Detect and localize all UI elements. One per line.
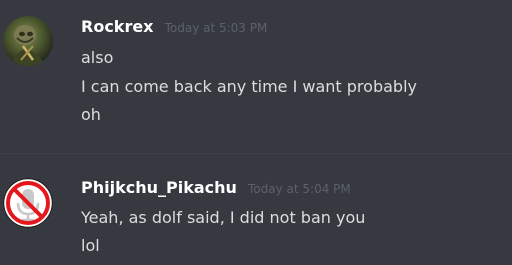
message-text: lol [81,236,100,255]
username[interactable]: Phijkchu_Pikachu [81,178,237,197]
message-header: Phijkchu_Pikachu Today at 5:04 PM [81,178,351,197]
no-microphone-icon [3,178,53,228]
message-text: Yeah, as dolf said, I did not ban you [81,208,366,227]
timestamp: Today at 5:04 PM [248,182,351,196]
avatar[interactable] [3,178,53,228]
message-group-phijkchu: Phijkchu_Pikachu Today at 5:04 PM Yeah, … [0,0,512,255]
message-divider [0,153,512,154]
message-text: oh [81,105,101,124]
